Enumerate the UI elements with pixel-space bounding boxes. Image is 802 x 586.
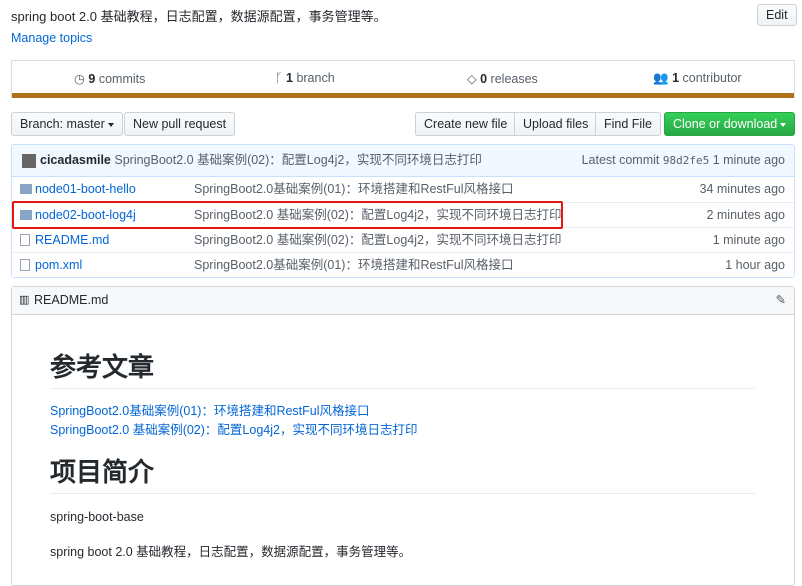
branch-select[interactable]: Branch: master — [11, 112, 123, 136]
file-commit-message[interactable]: SpringBoot2.0 基础案例(02)：配置Log4j2，实现不同环境日志… — [194, 228, 561, 252]
readme-title: README.md — [34, 293, 109, 307]
readme-panel: ▥ README.md ✎ 参考文章 SpringBoot2.0基础案例(01)… — [11, 286, 795, 586]
commit-info: Latest commit 98d2fe5 1 minute ago — [581, 153, 785, 167]
branch-icon: ᚴ — [275, 71, 283, 85]
new-pull-request-button[interactable]: New pull request — [124, 112, 236, 136]
file-commit-message[interactable]: SpringBoot2.0基础案例(01)：环境搭建和RestFul风格接口 — [194, 253, 514, 277]
contributors-link[interactable]: 👥 1 contributor — [653, 71, 742, 86]
edit-button[interactable]: Edit — [757, 4, 797, 26]
clone-or-download-button[interactable]: Clone or download — [664, 112, 796, 136]
readme-paragraph: spring-boot-base — [50, 510, 144, 524]
heading-introduction: 项目简介 — [50, 452, 755, 494]
people-icon: 👥 — [653, 71, 669, 85]
heading-references: 参考文章 — [50, 347, 755, 389]
commit-message[interactable]: SpringBoot2.0 基础案例(02)：配置Log4j2，实现不同环境日志… — [114, 153, 481, 167]
upload-files-button[interactable]: Upload files — [514, 112, 598, 136]
history-icon: ◷ — [74, 72, 85, 86]
file-row: README.md SpringBoot2.0 基础案例(02)：配置Log4j… — [12, 227, 794, 252]
file-age: 1 minute ago — [712, 233, 785, 247]
folder-icon — [20, 184, 32, 194]
file-age: 1 hour ago — [725, 258, 785, 272]
language-bar — [12, 93, 794, 98]
file-icon — [20, 259, 30, 271]
commits-link[interactable]: ◷ 9 commits — [74, 71, 145, 86]
file-name-link[interactable]: pom.xml — [35, 253, 82, 277]
reference-link-2[interactable]: SpringBoot2.0 基础案例(02)：配置Log4j2，实现不同环境日志… — [50, 421, 794, 440]
manage-topics-link[interactable]: Manage topics — [11, 31, 92, 45]
file-age: 2 minutes ago — [706, 208, 785, 222]
book-icon: ▥ — [19, 294, 30, 306]
avatar — [22, 153, 36, 168]
highlight-box — [12, 201, 563, 229]
file-age: 34 minutes ago — [699, 182, 785, 196]
reference-link-1[interactable]: SpringBoot2.0基础案例(01)：环境搭建和RestFul风格接口 — [50, 402, 794, 421]
readme-header: ▥ README.md ✎ — [12, 287, 794, 315]
file-row: pom.xml SpringBoot2.0基础案例(01)：环境搭建和RestF… — [12, 252, 794, 277]
latest-commit-bar: cicadasmile SpringBoot2.0 基础案例(02)：配置Log… — [12, 145, 794, 177]
releases-link[interactable]: ◇ 0 releases — [467, 71, 538, 86]
file-row: node01-boot-hello SpringBoot2.0基础案例(01)：… — [12, 177, 794, 202]
commit-sha[interactable]: 98d2fe5 — [663, 154, 709, 167]
file-name-link[interactable]: node01-boot-hello — [35, 177, 136, 201]
commit-author[interactable]: cicadasmile — [40, 153, 111, 167]
find-file-button[interactable]: Find File — [595, 112, 661, 136]
tag-icon: ◇ — [467, 72, 477, 86]
file-commit-message[interactable]: SpringBoot2.0基础案例(01)：环境搭建和RestFul风格接口 — [194, 177, 514, 201]
create-new-file-button[interactable]: Create new file — [415, 112, 517, 136]
repo-description: spring boot 2.0 基础教程，日志配置，数据源配置，事务管理等。 — [11, 9, 387, 24]
edit-pencil-icon[interactable]: ✎ — [776, 287, 786, 314]
file-icon — [20, 234, 30, 246]
branches-link[interactable]: ᚴ 1 branch — [275, 71, 335, 85]
file-name-link[interactable]: README.md — [35, 228, 109, 252]
repo-stats: ◷ 9 commits ᚴ 1 branch ◇ 0 releases 👥 1 … — [11, 60, 795, 98]
readme-paragraph: spring boot 2.0 基础教程，日志配置，数据源配置，事务管理等。 — [50, 545, 412, 559]
